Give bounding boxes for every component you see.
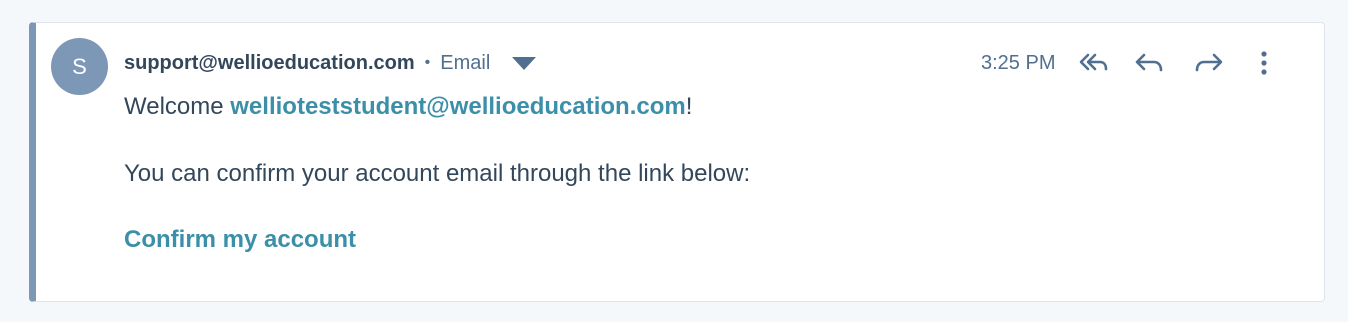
greeting-suffix: ! [685, 93, 693, 120]
confirm-line: Confirm my account [124, 226, 356, 254]
email-card: S support@wellioeducation.com • Email 3:… [29, 22, 1325, 302]
greeting-prefix: Welcome [124, 93, 231, 120]
more-vertical-icon[interactable] [1246, 47, 1282, 79]
body-line: You can confirm your account email throu… [124, 160, 751, 187]
chevron-down-icon[interactable] [512, 56, 537, 70]
reply-icon[interactable] [1131, 47, 1167, 79]
avatar: S [51, 38, 108, 95]
separator-dot: • [424, 54, 431, 71]
reply-all-icon[interactable] [1076, 47, 1112, 79]
confirm-account-link[interactable]: Confirm my account [124, 226, 356, 253]
recipient-email-link[interactable]: wellioteststudent@wellioeducation.com [230, 93, 685, 120]
channel-label: Email [440, 51, 491, 74]
email-header: support@wellioeducation.com • Email [124, 49, 537, 77]
forward-icon[interactable] [1191, 47, 1227, 79]
greeting-line: Welcome wellioteststudent@wellioeducatio… [124, 93, 692, 121]
timestamp: 3:25 PM [981, 52, 1056, 74]
sender-address: support@wellioeducation.com [124, 51, 415, 74]
